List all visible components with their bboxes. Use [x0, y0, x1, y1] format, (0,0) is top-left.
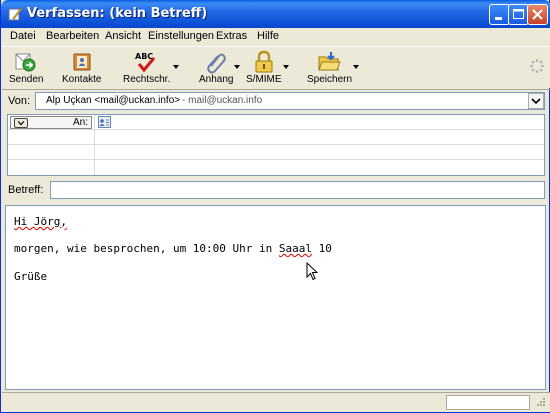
spelling-error-word: Saaal	[278, 242, 313, 255]
recipient-row-empty[interactable]	[8, 130, 544, 145]
send-label: Senden	[9, 74, 44, 85]
from-label: Von:	[8, 95, 31, 107]
attach-dropdown-arrow-icon[interactable]	[234, 65, 240, 69]
compose-pen-icon	[8, 7, 23, 21]
send-icon	[15, 53, 36, 72]
contacts-button[interactable]: Kontakte	[60, 47, 104, 89]
maximize-icon	[513, 9, 524, 19]
close-button[interactable]	[527, 4, 548, 25]
from-dropdown-arrow-icon[interactable]	[528, 93, 544, 109]
spellcheck-abc-text: ABC	[135, 52, 153, 61]
body-main-text: morgen, wie besprochen, um 10:00 Uhr in	[14, 242, 279, 255]
body-main-text-end: 10	[312, 242, 332, 255]
save-folder-icon	[318, 52, 341, 71]
body-line-greeting: Hi Jörg,	[14, 215, 67, 228]
maximize-button[interactable]	[508, 4, 529, 25]
from-value: Alp Uçkan <mail@uckan.info>	[46, 95, 181, 106]
window-title: Verfassen: (kein Betreff)	[27, 6, 208, 21]
menu-bar: Datei Bearbeiten Ansicht Einstellungen E…	[2, 28, 550, 46]
subject-row: Betreff:	[2, 179, 550, 201]
subject-input[interactable]	[50, 181, 545, 199]
lock-icon	[255, 50, 273, 73]
body-line-main: morgen, wie besprochen, um 10:00 Uhr in …	[14, 242, 332, 255]
recipients-column-divider	[94, 115, 95, 175]
menu-hilfe[interactable]: Hilfe	[257, 30, 279, 42]
address-card-icon	[98, 116, 111, 128]
recipient-type-dropdown-icon[interactable]	[14, 118, 28, 128]
activity-throbber-icon	[530, 59, 544, 73]
toolbar: Senden Kontakte ABC Rechtschr. Anhang S/…	[2, 46, 550, 88]
menu-ansicht[interactable]: Ansicht	[105, 30, 141, 42]
status-field	[446, 395, 530, 410]
minimize-button[interactable]	[489, 4, 510, 25]
spellcheck-icon: ABC	[135, 52, 156, 73]
paperclip-icon	[207, 53, 226, 74]
menu-bearbeiten[interactable]: Bearbeiten	[46, 30, 99, 42]
smime-button[interactable]: S/MIME	[244, 47, 284, 89]
menu-datei[interactable]: Datei	[10, 30, 36, 42]
recipient-row-empty[interactable]	[8, 145, 544, 160]
minimize-icon	[495, 17, 502, 20]
recipient-row-empty[interactable]	[8, 160, 544, 175]
save-dropdown-arrow-icon[interactable]	[353, 65, 359, 69]
menu-extras[interactable]: Extras	[216, 30, 247, 42]
save-button[interactable]: Speichern	[304, 47, 356, 89]
attach-button[interactable]: Anhang	[196, 47, 236, 89]
save-label: Speichern	[307, 74, 353, 85]
mouse-pointer-icon	[306, 262, 318, 281]
message-body-editor[interactable]: Hi Jörg, morgen, wie besprochen, um 10:0…	[5, 205, 546, 390]
contacts-label: Kontakte	[62, 74, 102, 85]
address-book-icon	[73, 53, 91, 71]
menu-einstellungen[interactable]: Einstellungen	[148, 30, 214, 42]
from-account-select[interactable]: Alp Uçkan <mail@uckan.info> - mail@uckan…	[35, 92, 545, 110]
resize-grip-icon[interactable]	[534, 397, 546, 409]
body-line-closing: Grüße	[14, 270, 48, 283]
subject-label: Betreff:	[8, 184, 44, 196]
compose-window: Verfassen: (kein Betreff) Datei Bearbeit…	[0, 0, 550, 413]
smime-dropdown-arrow-icon[interactable]	[283, 65, 289, 69]
body-greeting-text: Hi Jörg,	[14, 215, 67, 228]
recipients-list[interactable]: An:	[7, 114, 545, 176]
recipient-type-select[interactable]: An:	[10, 116, 92, 129]
recipient-row[interactable]: An:	[8, 115, 544, 130]
status-bar	[2, 392, 550, 412]
spelling-dropdown-arrow-icon[interactable]	[173, 65, 179, 69]
send-button[interactable]: Senden	[6, 47, 44, 89]
spelling-button[interactable]: ABC Rechtschr.	[120, 47, 172, 89]
title-bar[interactable]: Verfassen: (kein Betreff)	[1, 0, 550, 28]
recipient-type-label: An:	[72, 117, 88, 128]
smime-label: S/MIME	[246, 74, 282, 85]
spelling-label: Rechtschr.	[123, 74, 171, 85]
from-hint: - mail@uckan.info	[182, 95, 263, 106]
close-icon	[532, 9, 543, 20]
from-row: Von: Alp Uçkan <mail@uckan.info> - mail@…	[2, 89, 550, 113]
attach-label: Anhang	[199, 74, 234, 85]
